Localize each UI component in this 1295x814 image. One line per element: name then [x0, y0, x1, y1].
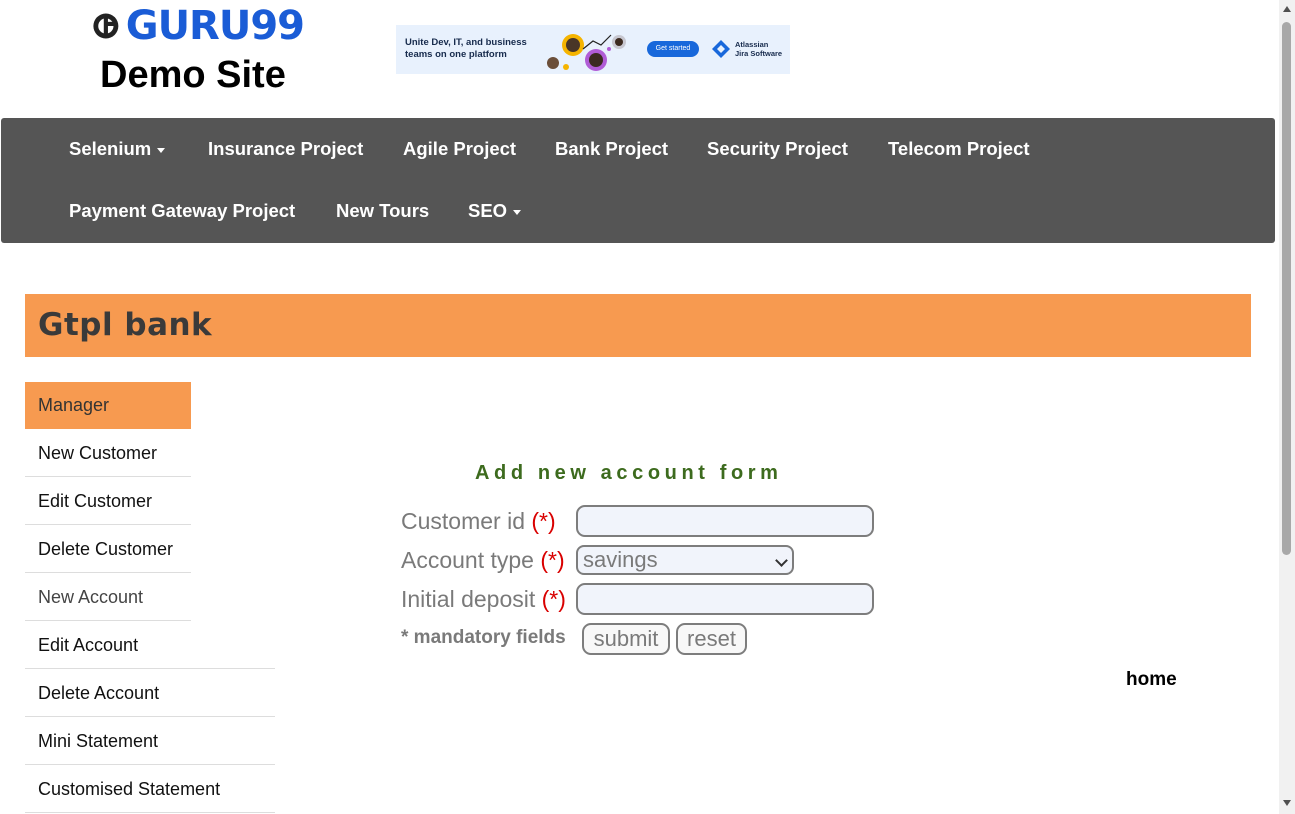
sidebar-item-edit-customer[interactable]: Edit Customer: [25, 478, 191, 525]
main-navbar: Selenium Insurance Project Agile Project…: [1, 118, 1275, 243]
guru99-logo[interactable]: GURU99: [92, 3, 305, 49]
bank-header: Gtpl bank: [25, 294, 1251, 357]
sidebar-item-delete-account[interactable]: Delete Account: [25, 670, 275, 717]
sidebar-item-new-customer[interactable]: New Customer: [25, 430, 191, 477]
site-title: Demo Site: [100, 54, 286, 96]
bank-title: Gtpl bank: [38, 307, 213, 343]
initial-deposit-label: Initial deposit (*): [401, 586, 566, 612]
ad-brand-line2: Jira Software: [735, 49, 783, 58]
nav-telecom-project[interactable]: Telecom Project: [888, 138, 1030, 160]
sidebar-item-edit-account[interactable]: Edit Account: [25, 622, 275, 669]
dropdown-caret-icon: [513, 209, 522, 215]
initial-deposit-input[interactable]: [576, 583, 874, 615]
nav-security-project[interactable]: Security Project: [707, 138, 848, 160]
nav-bank-project[interactable]: Bank Project: [555, 138, 668, 160]
reset-button[interactable]: reset: [676, 623, 747, 655]
page-scrollbar[interactable]: [1279, 0, 1295, 814]
nav-insurance-project[interactable]: Insurance Project: [208, 138, 363, 160]
nav-new-tours[interactable]: New Tours: [336, 200, 429, 222]
jira-icon: [712, 40, 730, 58]
chevron-down-icon: [775, 554, 788, 567]
sidebar-item-delete-customer[interactable]: Delete Customer: [25, 526, 191, 573]
ad-headline: Unite Dev, IT, and business teams on one…: [405, 37, 527, 60]
nav-selenium[interactable]: Selenium: [69, 138, 166, 160]
ad-brand-line1: Atlassian: [735, 40, 769, 49]
customer-id-input[interactable]: [576, 505, 874, 537]
nav-agile-project[interactable]: Agile Project: [403, 138, 516, 160]
account-type-label: Account type (*): [401, 547, 565, 573]
scroll-thumb[interactable]: [1282, 22, 1291, 555]
home-link[interactable]: home: [1126, 669, 1177, 691]
scroll-down-icon[interactable]: [1283, 800, 1291, 806]
account-type-select[interactable]: savings: [576, 545, 794, 575]
ad-banner[interactable]: Unite Dev, IT, and business teams on one…: [396, 25, 790, 74]
guru99-logo-icon: [93, 13, 119, 39]
sidebar-item-customised-statement[interactable]: Customised Statement: [25, 766, 275, 813]
ad-get-started-button[interactable]: Get started: [647, 41, 699, 57]
form-title: Add new account form: [475, 462, 783, 484]
nav-seo[interactable]: SEO: [468, 200, 522, 222]
sidebar-item-manager[interactable]: Manager: [25, 382, 191, 429]
sidebar-item-mini-statement[interactable]: Mini Statement: [25, 718, 275, 765]
customer-id-label: Customer id (*): [401, 508, 556, 534]
mandatory-fields-note: * mandatory fields: [401, 627, 566, 648]
sidebar-item-new-account[interactable]: New Account: [25, 574, 191, 621]
nav-payment-gateway-project[interactable]: Payment Gateway Project: [69, 200, 295, 222]
dropdown-caret-icon: [157, 147, 166, 153]
ad-people-illustration: [547, 34, 626, 71]
submit-button[interactable]: submit: [582, 623, 670, 655]
scroll-up-icon[interactable]: [1283, 6, 1291, 12]
ad-brand: Atlassian Jira Software: [711, 39, 782, 59]
logo-text: GURU99: [125, 3, 305, 49]
